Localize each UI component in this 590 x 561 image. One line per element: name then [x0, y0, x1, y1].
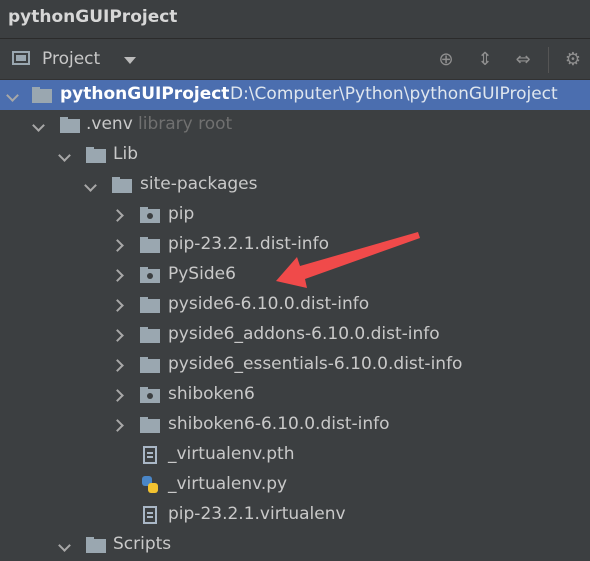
- annotation-arrow: [276, 232, 420, 288]
- arrow-shape: [276, 232, 420, 288]
